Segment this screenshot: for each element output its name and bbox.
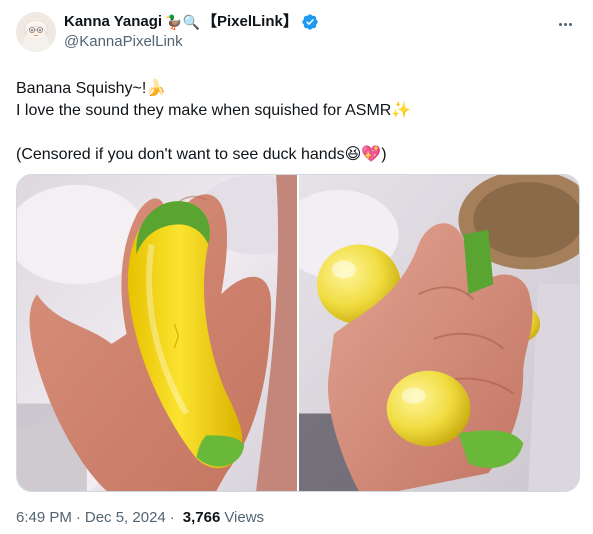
photo-banana-squished[interactable] <box>299 175 579 491</box>
tweet-line-2: I love the sound they make when squished… <box>16 102 412 119</box>
author-names: Kanna Yanagi 🦆🔍 【PixelLink】 @KannaPixelL… <box>64 12 319 52</box>
meta-separator: · <box>169 509 175 526</box>
tweet-line-4: (Censored if you don't want to see duck … <box>16 146 387 163</box>
media-grid <box>16 174 580 492</box>
tweet-text: Banana Squishy~!🍌 I love the sound they … <box>16 78 577 166</box>
tweet-header: Kanna Yanagi 🦆🔍 【PixelLink】 @KannaPixelL… <box>16 12 577 56</box>
affiliation-tag: 【PixelLink】 <box>201 13 298 30</box>
tweet-line-3 <box>16 122 577 144</box>
laughing-emoji: 😆 <box>344 146 362 163</box>
display-name[interactable]: Kanna Yanagi <box>64 12 162 32</box>
avatar[interactable] <box>16 12 56 52</box>
name-emojis: 🦆🔍 <box>165 14 200 30</box>
tweet-meta: 6:49 PM · Dec 5, 2024 · 3,766 Views <box>16 509 264 526</box>
views-label: Views <box>224 509 265 526</box>
verified-badge-icon[interactable] <box>301 13 319 31</box>
tweet-line-1: Banana Squishy~!🍌 <box>16 80 167 97</box>
author-handle[interactable]: @KannaPixelLink <box>64 32 319 52</box>
avatar-image <box>16 12 56 52</box>
views-count: 3,766 <box>182 509 221 526</box>
sparkling-heart-emoji: 💖 <box>361 146 382 163</box>
sparkles-emoji: ✨ <box>391 102 412 119</box>
tweet-time[interactable]: 6:49 PM <box>16 509 72 526</box>
tweet-date[interactable]: Dec 5, 2024 <box>85 509 166 526</box>
display-name-row[interactable]: Kanna Yanagi 🦆🔍 【PixelLink】 <box>64 12 319 32</box>
banana-squished-image <box>299 175 579 491</box>
photo-banana-open-hand[interactable] <box>17 175 297 491</box>
tweet-card: Kanna Yanagi 🦆🔍 【PixelLink】 @KannaPixelL… <box>0 0 593 534</box>
banana-emoji: 🍌 <box>146 80 167 97</box>
banana-open-hand-image <box>17 175 297 491</box>
more-options-icon[interactable] <box>553 14 577 34</box>
meta-separator: · <box>75 509 81 526</box>
